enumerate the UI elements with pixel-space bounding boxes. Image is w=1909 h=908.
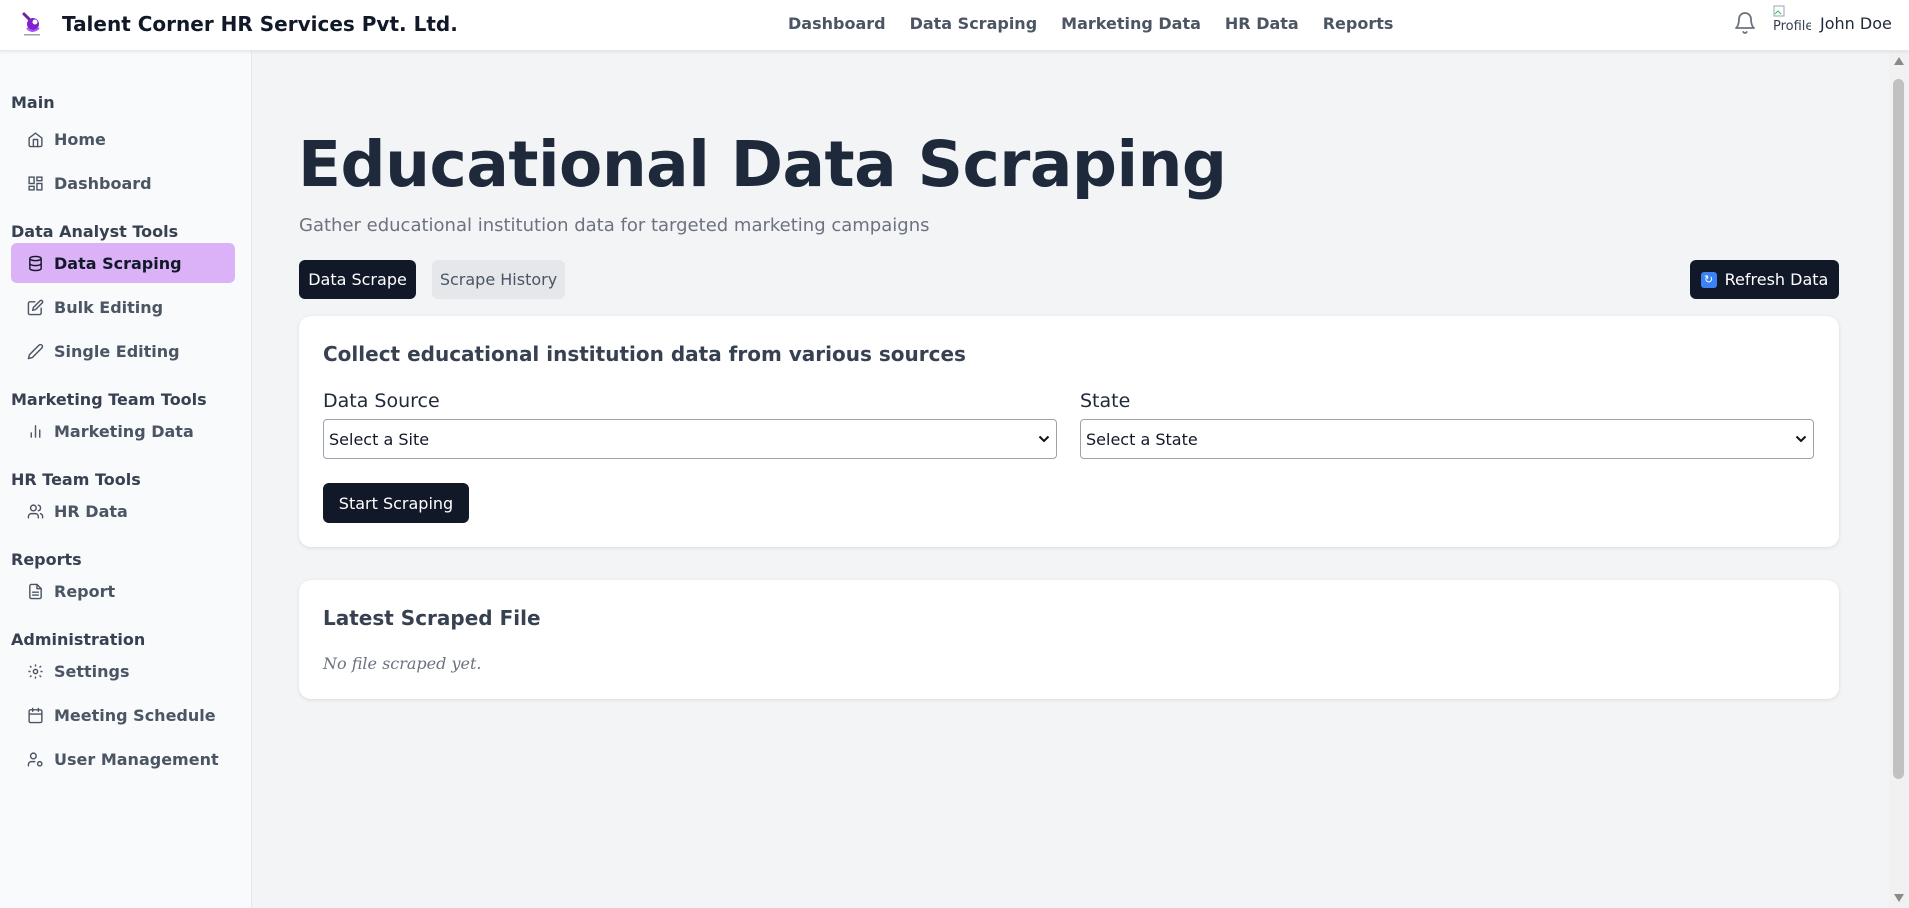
empty-file-message: No file scraped yet.	[323, 654, 482, 673]
sidebar-section-main: Main	[11, 93, 55, 112]
scroll-up-arrow-icon[interactable]	[1894, 57, 1904, 65]
username[interactable]: John Doe	[1820, 14, 1892, 33]
state-select[interactable]: Select a State	[1080, 419, 1814, 459]
file-text-icon	[29, 583, 42, 599]
edit-square-icon	[27, 299, 44, 315]
sidebar-item-meeting-schedule[interactable]: Meeting Schedule	[11, 695, 235, 735]
avatar[interactable]: Profile	[1773, 5, 1811, 41]
data-source-select[interactable]: Select a Site	[323, 419, 1057, 459]
user-cog-icon	[27, 751, 43, 767]
chevron-down-icon	[1795, 435, 1807, 443]
sidebar-item-user-management[interactable]: User Management	[11, 739, 235, 779]
scroll-down-arrow-icon[interactable]	[1894, 894, 1904, 902]
page-title: Educational Data Scraping	[298, 128, 1227, 201]
users-icon	[27, 503, 44, 519]
grid-icon	[28, 175, 43, 191]
data-source-label: Data Source	[323, 390, 440, 412]
nav-data-scraping[interactable]: Data Scraping	[910, 14, 1038, 33]
sidebar-item-label: HR Data	[54, 501, 128, 521]
calendar-icon	[28, 707, 43, 723]
state-value: Select a State	[1086, 429, 1198, 449]
sidebar-item-label: Bulk Editing	[54, 297, 164, 317]
sidebar-section-reports: Reports	[11, 550, 82, 569]
sidebar-item-label: Meeting Schedule	[54, 705, 216, 725]
sidebar-item-label: Home	[54, 129, 106, 149]
bell-icon[interactable]	[1733, 11, 1757, 35]
sidebar-item-single-editing[interactable]: Single Editing	[11, 331, 235, 371]
avatar-alt-text: Profile	[1773, 19, 1811, 34]
sidebar-item-label: Settings	[54, 661, 130, 681]
top-nav: Dashboard Data Scraping Marketing Data H…	[788, 14, 1393, 33]
sidebar-item-hr-data[interactable]: HR Data	[11, 491, 235, 531]
sidebar-item-label: Report	[54, 581, 116, 601]
sidebar-section-administration: Administration	[11, 630, 146, 649]
refresh-icon: ↻	[1700, 271, 1717, 288]
page-scrollbar[interactable]	[1889, 51, 1909, 908]
sidebar-item-bulk-editing[interactable]: Bulk Editing	[11, 287, 235, 327]
brand-name: Talent Corner HR Services Pvt. Ltd.	[62, 12, 458, 36]
sidebar-item-settings[interactable]: Settings	[11, 651, 235, 691]
bar-chart-icon	[30, 424, 41, 438]
sidebar-item-label: User Management	[54, 749, 219, 769]
sidebar-item-label: Data Scraping	[54, 253, 182, 273]
page-subtitle: Gather educational institution data for …	[299, 215, 930, 236]
tab-data-scrape[interactable]: Data Scrape	[299, 260, 416, 299]
talent-corner-logo[interactable]	[18, 10, 46, 38]
sidebar-item-report[interactable]: Report	[11, 571, 235, 611]
latest-file-heading: Latest Scraped File	[323, 606, 541, 630]
sidebar-item-marketing-data[interactable]: Marketing Data	[11, 411, 235, 451]
tab-scrape-history[interactable]: Scrape History	[432, 260, 565, 299]
refresh-data-label: Refresh Data	[1724, 270, 1829, 289]
refresh-data-button[interactable]: ↻ Refresh Data	[1690, 260, 1839, 299]
scrape-card: Collect educational institution data fro…	[299, 316, 1839, 547]
sidebar-item-label: Dashboard	[54, 173, 152, 193]
sidebar-section-data-analyst-tools: Data Analyst Tools	[11, 222, 179, 241]
sidebar-item-label: Marketing Data	[54, 421, 194, 441]
nav-marketing-data[interactable]: Marketing Data	[1061, 14, 1201, 33]
database-icon	[29, 255, 42, 271]
sidebar-section-hr-team-tools: HR Team Tools	[11, 470, 141, 489]
pencil-icon	[27, 343, 44, 359]
broken-image-icon	[1773, 5, 1785, 17]
home-icon	[28, 131, 43, 147]
nav-dashboard[interactable]: Dashboard	[788, 14, 886, 33]
nav-reports[interactable]: Reports	[1323, 14, 1394, 33]
gear-icon	[28, 663, 43, 679]
nav-hr-data[interactable]: HR Data	[1225, 14, 1299, 33]
top-bar: Talent Corner HR Services Pvt. Ltd. Dash…	[0, 0, 1909, 51]
latest-file-card: Latest Scraped File No file scraped yet.	[299, 580, 1839, 699]
scroll-thumb[interactable]	[1893, 79, 1904, 779]
sidebar-item-dashboard[interactable]: Dashboard	[11, 163, 235, 203]
start-scraping-button[interactable]: Start Scraping	[323, 483, 469, 523]
sidebar-item-data-scraping[interactable]: Data Scraping	[11, 243, 235, 283]
sidebar-section-marketing-team-tools: Marketing Team Tools	[11, 390, 207, 409]
data-source-value: Select a Site	[329, 429, 430, 449]
sidebar-item-home[interactable]: Home	[11, 119, 235, 159]
sidebar: Main Home Dashboard Data Analyst Tools D…	[0, 51, 252, 908]
sidebar-item-label: Single Editing	[54, 341, 180, 361]
chevron-down-icon	[1038, 435, 1050, 443]
state-label: State	[1080, 390, 1131, 412]
scrape-card-heading: Collect educational institution data fro…	[323, 342, 966, 366]
